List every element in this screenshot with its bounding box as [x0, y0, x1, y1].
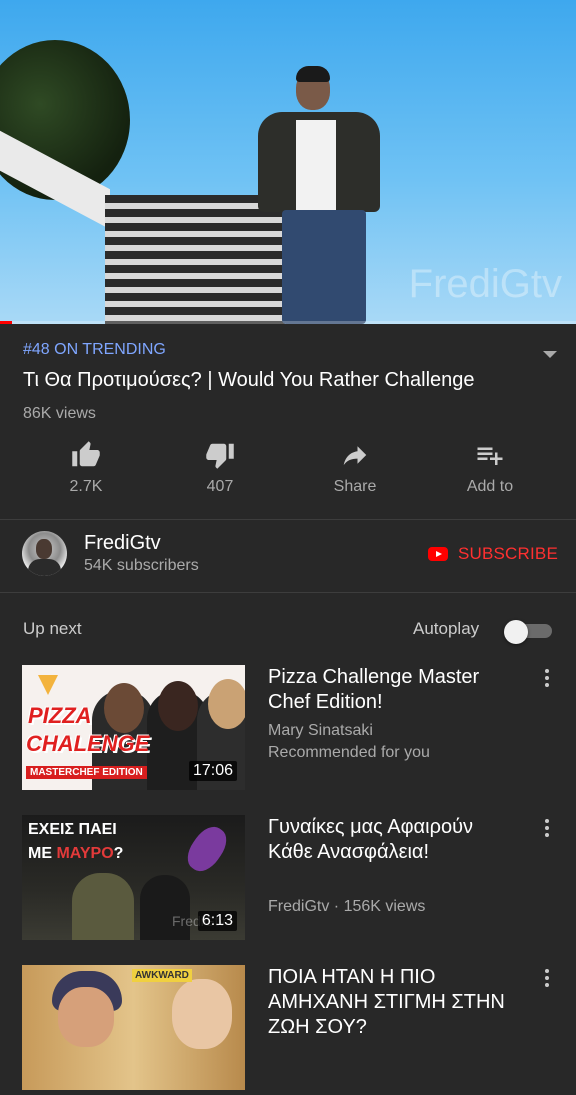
video-watermark: FrediGtv [408, 262, 562, 306]
pizza-icon [38, 675, 58, 695]
video-thumbnail[interactable]: ΕΧΕΙΣ ΠΑΕΙ ΜΕ ΜΑΥΡΟ? FrediGtv 6:13 [22, 815, 245, 940]
like-button[interactable]: 2.7K [36, 440, 136, 500]
scene-person [258, 66, 388, 324]
autoplay-toggle[interactable] [504, 620, 554, 644]
video-item-channel: Mary Sinatsaki [268, 722, 373, 739]
channel-name[interactable]: FrediGtv [84, 532, 161, 555]
share-icon [343, 446, 367, 465]
dislike-count: 407 [206, 478, 234, 495]
thumb-text: PIZZA [28, 703, 92, 728]
action-bar: 2.7K 407 Share Add to [18, 440, 558, 500]
eggplant-icon [180, 820, 234, 878]
expand-description-icon[interactable] [543, 351, 557, 358]
video-item-title: Γυναίκες μας Αφαιρούν Κάθε Ανασφάλεια! [268, 816, 473, 863]
video-progress-bar[interactable] [0, 321, 576, 324]
list-item[interactable]: PIZZA CHALENGE MASTERCHEF EDITION 17:06 … [0, 665, 576, 795]
up-next-label: Up next [23, 619, 82, 638]
video-title: Τι Θα Προτιμούσες? | Would You Rather Ch… [23, 369, 475, 391]
youtube-logo-icon [427, 547, 448, 561]
more-options-icon[interactable] [544, 819, 550, 839]
add-to-button[interactable]: Add to [440, 440, 540, 500]
view-count: 86K views [23, 405, 96, 422]
video-item-title: ΠΟΙΑ ΗΤΑΝ Η ΠΙΟ ΑΜΗΧΑΝΗ ΣΤΙΓΜΗ ΣΤΗΝ ΖΩΗ … [268, 966, 505, 1038]
video-player[interactable]: FrediGtv [0, 0, 576, 324]
thumb-text: ΕΧΕΙΣ ΠΑΕΙ [28, 821, 117, 838]
divider [0, 519, 576, 520]
video-item-title: Pizza Challenge Master Chef Edition! [268, 666, 480, 713]
share-label: Share [333, 478, 377, 495]
channel-avatar[interactable] [22, 531, 67, 576]
list-item[interactable]: AWKWARD ΠΟΙΑ ΗΤΑΝ Η ΠΙΟ ΑΜΗΧΑΝΗ ΣΤΙΓΜΗ Σ… [0, 965, 576, 1095]
video-thumbnail[interactable]: AWKWARD [22, 965, 245, 1090]
add-to-label: Add to [466, 478, 514, 495]
video-progress-fill [0, 321, 12, 324]
more-options-icon[interactable] [544, 669, 550, 689]
thumbs-up-icon [72, 441, 100, 467]
divider [0, 592, 576, 593]
thumb-text: CHALENGE [26, 731, 150, 756]
add-to-playlist-icon [477, 447, 503, 465]
thumb-text: ΜΕ ΜΑΥΡΟ? [28, 845, 124, 862]
trending-badge[interactable]: #48 ON TRENDING [23, 341, 166, 359]
like-count: 2.7K [69, 478, 103, 495]
video-duration: 17:06 [188, 761, 237, 781]
subscribe-button[interactable]: SUBSCRIBE [427, 542, 558, 566]
video-item-meta: Recommended for you [268, 744, 430, 761]
dislike-button[interactable]: 407 [170, 440, 270, 500]
autoplay-label: Autoplay [413, 619, 480, 638]
video-duration: 6:13 [197, 911, 237, 931]
share-button[interactable]: Share [305, 440, 405, 500]
thumb-text: MASTERCHEF EDITION [26, 766, 147, 779]
list-item[interactable]: ΕΧΕΙΣ ΠΑΕΙ ΜΕ ΜΑΥΡΟ? FrediGtv 6:13 Γυναί… [0, 815, 576, 945]
subscribe-label: SUBSCRIBE [457, 544, 558, 563]
thumbs-down-icon [206, 443, 234, 469]
more-options-icon[interactable] [544, 969, 550, 989]
video-item-meta: FrediGtv · 156K views [268, 898, 426, 915]
subscriber-count: 54K subscribers [84, 557, 199, 574]
video-thumbnail[interactable]: PIZZA CHALENGE MASTERCHEF EDITION 17:06 [22, 665, 245, 790]
thumb-text: AWKWARD [132, 969, 192, 982]
